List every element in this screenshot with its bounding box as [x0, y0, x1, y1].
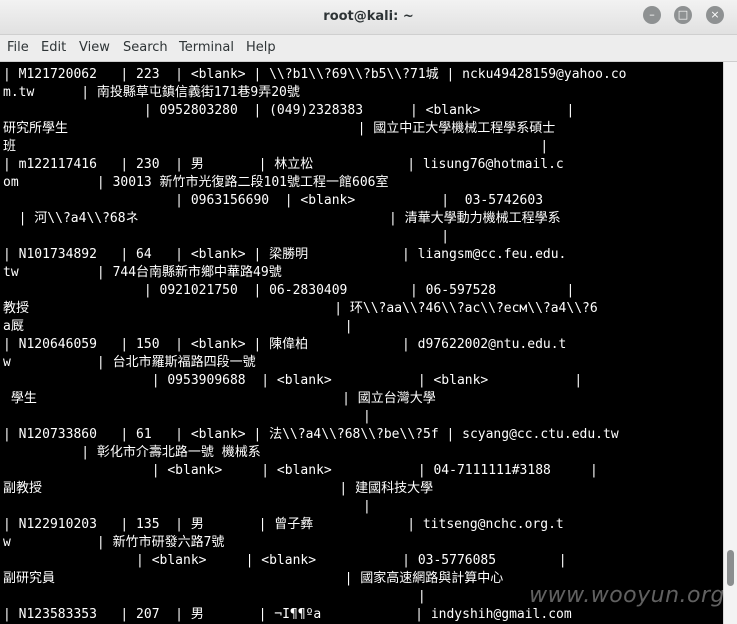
title-bar: root@kali: ~ – □ × [0, 0, 737, 35]
terminal-line: | [441, 229, 450, 244]
terminal-line: 研究所學生 | 國立中正大學機械工程學系碩士 [3, 121, 556, 136]
terminal-line: a厩 | [3, 319, 353, 334]
terminal-line: | <blank> | <blank> | 04-7111111#3188 | [151, 463, 598, 478]
terminal-line: | N101734892 | 64 | <blank> | 梁勝明 | lian… [3, 247, 567, 262]
close-button[interactable]: × [706, 6, 724, 24]
terminal-line: | [363, 409, 371, 424]
terminal-text: | M121720062 | 223 | <blank> | \\?b1\\?6… [0, 62, 723, 624]
scrollbar[interactable] [723, 62, 737, 624]
watermark: www.wooyun.org [529, 583, 725, 608]
menu-help[interactable]: Help [246, 40, 276, 55]
menu-file[interactable]: File [7, 40, 29, 55]
terminal-line: m.tw | 南投縣草屯鎮信義街171巷9弄20號 [3, 85, 300, 100]
terminal-line: | N120733860 | 61 | <blank> | 法\\?a4\\?6… [3, 427, 619, 442]
terminal-line: | 0963156690 | <blank> | 03-5742603 [175, 193, 544, 208]
terminal-line: om | 30013 新竹市光復路二段101號工程一館606室 [3, 175, 389, 190]
terminal-line: | N123583353 | 207 | 男 | ¬I¶¶ºa | indysh… [3, 607, 572, 622]
terminal-line: | [417, 589, 426, 604]
menu-terminal[interactable]: Terminal [179, 40, 234, 55]
terminal-line: | 0921021750 | 06-2830409 | 06-597528 | [143, 283, 575, 298]
terminal-line: | <blank> | <blank> | 03-5776085 | [136, 553, 567, 568]
terminal-output[interactable]: | M121720062 | 223 | <blank> | \\?b1\\?6… [0, 62, 723, 624]
terminal-line: | 河\\?a4\\?68ネ | 清華大學動力機械工程學系 [18, 211, 561, 226]
menu-view[interactable]: View [79, 40, 110, 55]
terminal-line: 副教授 | 建國科技大學 [3, 481, 434, 496]
terminal-line: 學生 | 國立台灣大學 [10, 391, 436, 406]
terminal-line: 教授 | 环\\?aa\\?46\\?ac\\?есм\\?a4\\?6 [3, 301, 598, 316]
menu-search[interactable]: Search [123, 40, 168, 55]
scrollbar-thumb[interactable] [727, 550, 734, 586]
terminal-line: 班 | [3, 139, 549, 154]
terminal-line: | 0952803280 | (049)2328383 | <blank> | [143, 103, 575, 118]
terminal-line: w | 新竹市研發六路7號 [3, 535, 225, 550]
terminal-line: tw | 744台南縣新市鄉中華路49號 [3, 265, 282, 280]
minimize-button[interactable]: – [643, 6, 661, 24]
terminal-line: | 0953909688 | <blank> | <blank> | [151, 373, 583, 388]
terminal-line: | [363, 499, 371, 514]
terminal-line: | N120646059 | 150 | <blank> | 陳偉柏 | d97… [3, 337, 567, 352]
menu-edit[interactable]: Edit [41, 40, 66, 55]
terminal-line: | N122910203 | 135 | 男 | 曾子彝 | titseng@n… [3, 517, 564, 532]
terminal-line: | M121720062 | 223 | <blank> | \\?b1\\?6… [3, 67, 627, 82]
window-title: root@kali: ~ [323, 9, 414, 24]
terminal-line: 副研究員 | 國家高速網路與計算中心 [3, 571, 504, 586]
terminal-line: w | 台北市羅斯福路四段一號 [3, 355, 256, 370]
maximize-button[interactable]: □ [674, 6, 692, 24]
terminal-line: | 彰化市介壽北路一號 機械系 [81, 445, 261, 460]
terminal-line: | m122117416 | 230 | 男 | 林立松 | lisung76@… [3, 157, 564, 172]
menu-bar: File Edit View Search Terminal Help [0, 35, 737, 62]
